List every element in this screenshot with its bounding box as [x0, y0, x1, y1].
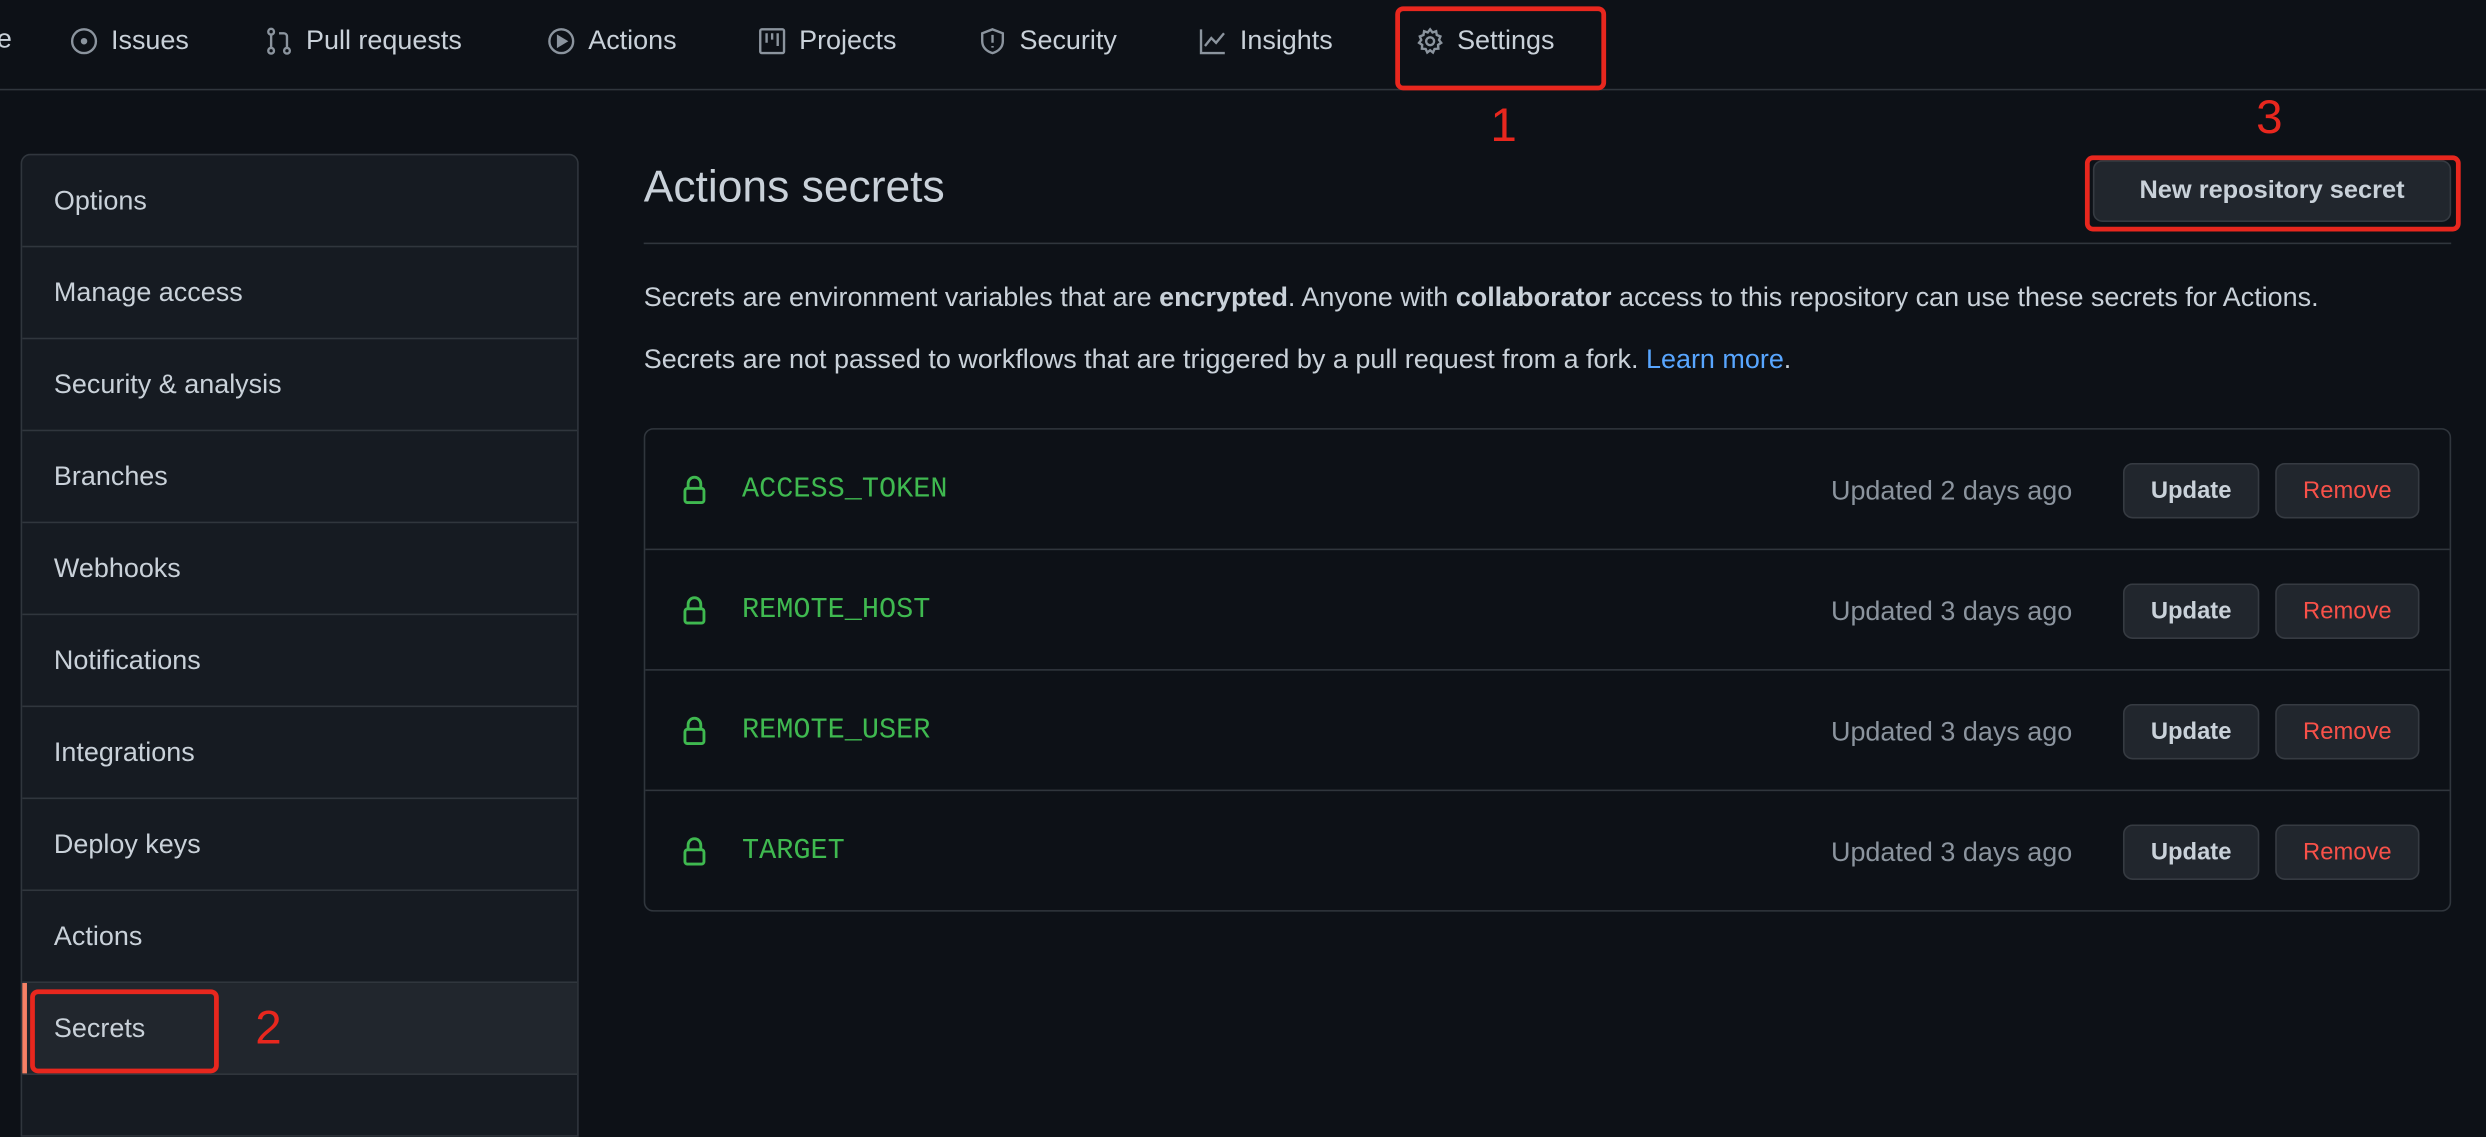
text-bold: collaborator — [1455, 282, 1612, 313]
lock-icon — [683, 716, 706, 746]
text: Secrets are not passed to workflows that… — [643, 344, 1646, 375]
secret-row: TARGET Updated 3 days ago Update Remove — [645, 791, 2449, 911]
annotation-box-secrets — [30, 989, 219, 1074]
remove-button[interactable]: Remove — [2275, 703, 2420, 760]
shield-icon — [981, 28, 1005, 55]
tab-security[interactable]: Security — [978, 22, 1117, 60]
sidebar-item-security-analysis[interactable]: Security & analysis — [22, 339, 578, 432]
annotation-number-3: 3 — [2256, 91, 2283, 145]
update-button[interactable]: Update — [2122, 824, 2260, 880]
lock-icon — [683, 596, 706, 625]
tab-pull-requests[interactable]: Pull requests — [265, 22, 462, 60]
tab-label: Projects — [799, 25, 897, 56]
secrets-description: Secrets are environment variables that a… — [644, 282, 2319, 314]
remove-button[interactable]: Remove — [2275, 824, 2420, 880]
secret-name: REMOTE_HOST — [742, 594, 931, 627]
tab-label: Security — [1019, 25, 1117, 56]
sidebar-item-manage-access[interactable]: Manage access — [22, 247, 578, 340]
tab-label: Pull requests — [306, 25, 462, 56]
secret-row: ACCESS_TOKEN Updated 2 days ago Update R… — [645, 430, 2450, 551]
git-pull-request-icon — [267, 27, 292, 55]
learn-more-link[interactable]: Learn more — [1646, 344, 1784, 374]
sidebar-item-notifications[interactable]: Notifications — [22, 615, 578, 708]
tab-label: Actions — [588, 25, 677, 56]
text: . Anyone with — [1287, 282, 1456, 313]
secrets-list: ACCESS_TOKEN Updated 2 days ago Update R… — [643, 428, 2452, 912]
tab-issues[interactable]: Issues — [70, 22, 189, 60]
fork-note: Secrets are not passed to workflows that… — [644, 344, 1792, 376]
lock-icon — [683, 475, 706, 505]
repo-nav: e Issues Pull requests Actions Projects … — [0, 0, 2486, 91]
secret-name: TARGET — [742, 835, 845, 868]
tab-label: Insights — [1239, 25, 1333, 56]
secret-row: REMOTE_USER Updated 3 days ago Update Re… — [645, 671, 2450, 792]
sidebar-item-options[interactable]: Options — [22, 155, 578, 248]
graph-icon — [1199, 29, 1225, 55]
tab-insights[interactable]: Insights — [1199, 22, 1333, 60]
secret-row: REMOTE_HOST Updated 3 days ago Update Re… — [645, 550, 2450, 671]
text: Secrets are environment variables that a… — [643, 282, 1160, 313]
sidebar-item-deploy-keys[interactable]: Deploy keys — [22, 799, 578, 892]
update-button[interactable]: Update — [2122, 703, 2260, 760]
secret-name: REMOTE_USER — [742, 715, 931, 747]
sidebar-item-branches[interactable]: Branches — [22, 431, 578, 524]
secret-updated: Updated 3 days ago — [1830, 596, 2073, 627]
issue-opened-icon — [70, 28, 98, 55]
update-button[interactable]: Update — [2122, 583, 2260, 639]
annotation-number-2: 2 — [255, 1002, 282, 1055]
tab-projects[interactable]: Projects — [758, 22, 897, 60]
title-divider — [643, 242, 2452, 245]
play-icon — [548, 28, 575, 55]
tab-actions[interactable]: Actions — [547, 22, 677, 60]
text-bold: encrypted — [1159, 282, 1288, 313]
page-title: Actions secrets — [643, 161, 945, 211]
annotation-number-1: 1 — [1490, 99, 1517, 153]
remove-button[interactable]: Remove — [2275, 583, 2420, 639]
annotation-box-settings — [1395, 6, 1607, 91]
sidebar-item-integrations[interactable]: Integrations — [22, 707, 578, 800]
secret-name: ACCESS_TOKEN — [742, 474, 948, 506]
sidebar-item-webhooks[interactable]: Webhooks — [22, 523, 578, 616]
update-button[interactable]: Update — [2122, 462, 2260, 519]
text: access to this repository can use these … — [1611, 282, 2319, 313]
nav-partial-item[interactable]: e — [0, 24, 12, 56]
secret-updated: Updated 2 days ago — [1830, 475, 2073, 506]
sidebar-item-actions[interactable]: Actions — [22, 891, 578, 984]
annotation-box-new-secret — [2084, 155, 2461, 232]
remove-button[interactable]: Remove — [2275, 462, 2420, 519]
project-icon — [759, 28, 786, 55]
tab-label: Issues — [110, 25, 189, 56]
lock-icon — [683, 837, 706, 866]
text: . — [1783, 344, 1792, 375]
secret-updated: Updated 3 days ago — [1830, 716, 2073, 747]
secret-updated: Updated 3 days ago — [1830, 837, 2073, 868]
